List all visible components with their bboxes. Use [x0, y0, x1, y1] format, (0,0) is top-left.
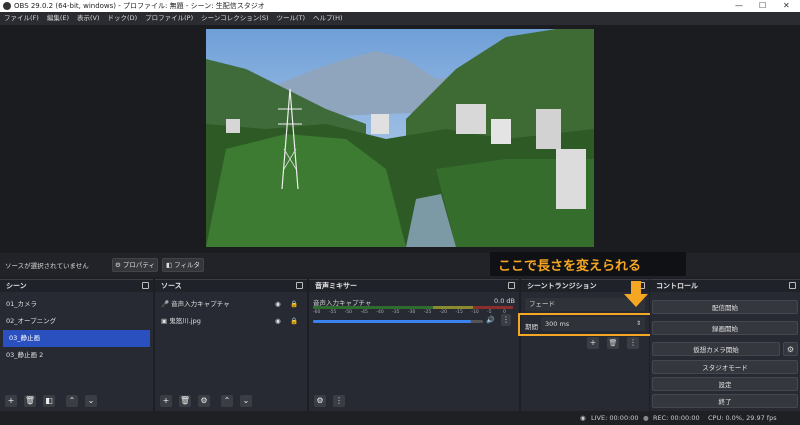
- sources-panel: ソース 🎤 音声入力キャプチャ ◉ 🔒 ▣ 鬼怒川.jpg ◉ 🔒 + 🗑 ⚙ …: [155, 279, 307, 411]
- meter-tick-label: -35: [392, 310, 400, 315]
- duration-label: 期間: [525, 323, 538, 331]
- undock-icon[interactable]: [789, 282, 796, 289]
- obs-logo-icon: [3, 2, 11, 10]
- undock-icon[interactable]: [296, 282, 303, 289]
- meter-tick-label: -5: [487, 310, 492, 315]
- virtual-camera-button[interactable]: 仮想カメラ開始: [652, 342, 780, 356]
- trash-icon[interactable]: 🗑: [24, 395, 36, 407]
- filters-button[interactable]: ◧ フィルタ: [162, 258, 204, 272]
- chevron-down-icon[interactable]: ⌄: [240, 395, 252, 407]
- meter-scale: -60 -55 -50 -45 -40 -35 -30 -25 -20 -15 -10 -5 0: [313, 310, 513, 318]
- volume-slider[interactable]: [313, 320, 483, 323]
- more-icon[interactable]: ⋮: [501, 314, 511, 326]
- source-item[interactable]: 🎤 音声入力キャプチャ ◉ 🔒: [155, 296, 307, 313]
- meter-tick-label: -20: [439, 310, 448, 315]
- menu-help[interactable]: ヘルプ(H): [309, 12, 346, 25]
- start-record-button[interactable]: 録画開始: [652, 321, 798, 335]
- meter-tick-label: -30: [408, 310, 416, 315]
- more-icon[interactable]: ⋮: [333, 395, 345, 407]
- filter-icon: ◧: [165, 261, 173, 269]
- scene-item-selected[interactable]: 03_静止画: [3, 330, 150, 347]
- gear-icon: ⚙: [114, 261, 121, 269]
- gear-icon[interactable]: ⚙: [783, 342, 798, 356]
- meter-tick-label: -45: [360, 310, 368, 315]
- lock-icon[interactable]: 🔒: [290, 313, 298, 330]
- eye-icon[interactable]: ◉: [275, 296, 281, 313]
- rec-status: REC: 00:00:00: [653, 414, 700, 422]
- menu-dock[interactable]: ドック(D): [104, 12, 142, 25]
- cpu-status: CPU: 0.0%, 29.97 fps: [708, 414, 777, 422]
- meter-tick-label: -55: [328, 310, 337, 315]
- source-toolbar: ソースが選択されていません ⚙ プロパティ ◧ フィルタ ここで長さを変えられる: [0, 252, 800, 277]
- lock-icon[interactable]: 🔒: [290, 296, 298, 313]
- meter-tick-label: -15: [455, 310, 463, 315]
- settings-button[interactable]: 設定: [652, 377, 798, 391]
- properties-button[interactable]: ⚙ プロパティ: [112, 258, 158, 272]
- scenes-panel: シーン 01_カメラ 02_オープニング 03_静止画 03_静止画 2 + 🗑…: [0, 279, 153, 411]
- meter-tick-label: -60: [313, 310, 321, 315]
- menu-view[interactable]: 表示(V): [73, 12, 104, 25]
- no-source-label: ソースが選択されていません: [5, 262, 89, 270]
- annotation-arrow-icon: [624, 281, 648, 307]
- close-button[interactable]: ✕: [783, 0, 790, 12]
- image-icon: ▣: [161, 317, 168, 325]
- audio-mixer-panel: 音声ミキサー 音声入力キャプチャ 0.0 dB -60 -55 -50 -45 -40-…: [309, 279, 519, 411]
- scene-item[interactable]: 01_カメラ: [0, 296, 153, 313]
- spin-arrows-icon[interactable]: ⇕: [636, 317, 641, 331]
- meter-tick-label: -10: [471, 310, 479, 315]
- undock-icon[interactable]: [508, 282, 515, 289]
- menu-bar: ファイル(F) 編集(E) 表示(V) ドック(D) プロファイル(P) シーンコレクショ…: [0, 12, 800, 25]
- maximize-button[interactable]: ☐: [759, 0, 766, 12]
- microphone-icon: 🎤: [161, 300, 170, 308]
- menu-tools[interactable]: ツール(T): [272, 12, 309, 25]
- duration-input[interactable]: 300 ms ⇕: [541, 317, 645, 331]
- add-icon[interactable]: +: [587, 337, 599, 349]
- status-bar: ◉ LIVE: 00:00:00 ● REC: 00:00:00 CPU: 0.…: [0, 411, 800, 425]
- trash-icon[interactable]: 🗑: [607, 337, 619, 349]
- minimize-button[interactable]: —: [735, 0, 743, 12]
- chevron-down-icon[interactable]: ⌄: [85, 395, 97, 407]
- start-stream-button[interactable]: 配信開始: [652, 300, 798, 314]
- chevron-up-icon[interactable]: ⌃: [221, 395, 233, 407]
- menu-profile[interactable]: プロファイル(P): [141, 12, 197, 25]
- filter-icon[interactable]: ◧: [43, 395, 55, 407]
- scene-item[interactable]: 02_オープニング: [0, 313, 153, 330]
- level-meter: [313, 306, 513, 309]
- eye-icon[interactable]: ◉: [275, 313, 281, 330]
- broadcast-icon: ◉: [580, 414, 586, 422]
- gear-icon[interactable]: ⚙: [198, 395, 210, 407]
- studio-mode-button[interactable]: スタジオモード: [652, 360, 798, 374]
- sources-header: ソース: [155, 280, 307, 292]
- volume-fill: [313, 320, 472, 323]
- menu-file[interactable]: ファイル(F): [0, 12, 43, 25]
- mixer-header: 音声ミキサー: [309, 280, 519, 292]
- meter-tick-label: -50: [344, 310, 353, 315]
- trash-icon[interactable]: 🗑: [179, 395, 191, 407]
- meter-tick-label: -40: [376, 310, 384, 315]
- mixer-gear-icon[interactable]: ⚙: [314, 395, 326, 407]
- preview-image[interactable]: [206, 29, 594, 247]
- undock-icon[interactable]: [142, 282, 149, 289]
- meter-tick-label: -25: [423, 310, 432, 315]
- add-icon[interactable]: +: [160, 395, 172, 407]
- more-icon[interactable]: ⋮: [627, 337, 639, 349]
- speaker-icon[interactable]: 🔊: [486, 316, 495, 324]
- annotation-text: ここで長さを変えられる: [498, 259, 642, 274]
- title-bar: OBS 29.0.2 (64-bit, windows) - プロファイル: 無…: [0, 0, 800, 12]
- menu-edit[interactable]: 編集(E): [43, 12, 73, 25]
- mixer-level: 0.0 dB: [494, 297, 515, 305]
- scene-item[interactable]: 03_静止画 2: [0, 347, 153, 364]
- live-status: LIVE: 00:00:00: [591, 414, 639, 422]
- menu-scene-collection[interactable]: シーンコレクション(S): [197, 12, 272, 25]
- window-title: OBS 29.0.2 (64-bit, windows) - プロファイル: 無…: [14, 2, 265, 10]
- scenes-header: シーン: [0, 280, 153, 292]
- chevron-up-icon[interactable]: ⌃: [66, 395, 78, 407]
- add-icon[interactable]: +: [5, 395, 17, 407]
- record-icon: ●: [643, 414, 649, 422]
- controls-header: コントロール: [650, 280, 800, 292]
- source-item[interactable]: ▣ 鬼怒川.jpg ◉ 🔒: [155, 313, 307, 330]
- exit-button[interactable]: 終了: [652, 394, 798, 408]
